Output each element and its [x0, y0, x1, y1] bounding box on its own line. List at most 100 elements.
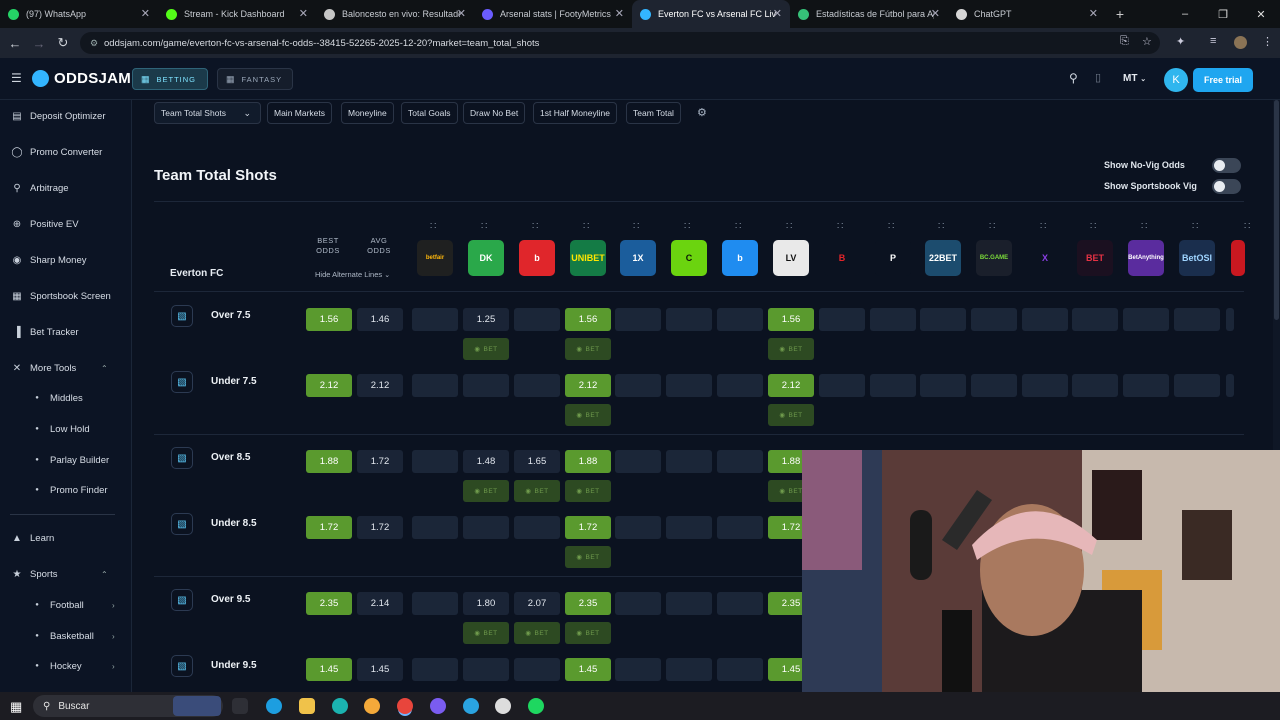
- sportsbook-odds-cell[interactable]: [1226, 374, 1234, 397]
- sportsbook-odds-cell[interactable]: [971, 308, 1017, 331]
- sidebar-item-sportsbook-screen[interactable]: ▦ Sportsbook Screen: [10, 287, 111, 305]
- bet-button[interactable]: ◉ BET: [514, 622, 560, 644]
- bookmark-star-icon[interactable]: ☆: [1142, 35, 1152, 48]
- best-odds-cell[interactable]: 1.56: [306, 308, 352, 331]
- best-odds-cell[interactable]: 1.72: [306, 516, 352, 539]
- column-drag-handle-icon[interactable]: ∷: [481, 221, 491, 232]
- bet-button[interactable]: ◉ BET: [514, 480, 560, 502]
- browser-tab[interactable]: Arsenal stats | FootyMetrics ✕: [474, 0, 632, 28]
- spotify-icon[interactable]: [528, 698, 544, 714]
- reading-list-icon[interactable]: ≡: [1210, 35, 1216, 47]
- row-expand-icon[interactable]: ▧: [171, 589, 193, 611]
- column-drag-handle-icon[interactable]: ∷: [1040, 221, 1050, 232]
- restore-icon[interactable]: ❐: [1204, 0, 1242, 28]
- sidebar-item-positive-ev[interactable]: ⊕ Positive EV: [10, 215, 79, 233]
- bet-button[interactable]: ◉ BET: [463, 622, 509, 644]
- browser-tab[interactable]: Stream - Kick Dashboard ✕: [158, 0, 316, 28]
- sportsbook-odds-cell[interactable]: [514, 658, 560, 681]
- column-drag-handle-icon[interactable]: ∷: [1244, 221, 1254, 232]
- no-vig-toggle[interactable]: [1212, 158, 1241, 173]
- row-expand-icon[interactable]: ▧: [171, 447, 193, 469]
- sportsbook-logo[interactable]: b: [722, 240, 758, 276]
- sportsbook-odds-cell[interactable]: [717, 658, 763, 681]
- sportsbook-logo[interactable]: P: [875, 240, 911, 276]
- sportsbook-odds-cell[interactable]: [666, 374, 712, 397]
- market-chip-1st-half-moneyline[interactable]: 1st Half Moneyline: [533, 102, 617, 124]
- search-icon[interactable]: ⚲: [1069, 71, 1078, 85]
- column-drag-handle-icon[interactable]: ∷: [532, 221, 542, 232]
- row-expand-icon[interactable]: ▧: [171, 371, 193, 393]
- sportsbook-odds-cell[interactable]: [717, 516, 763, 539]
- browser-tab[interactable]: Baloncesto en vivo: Resultado ✕: [316, 0, 474, 28]
- capture-icon[interactable]: [495, 698, 511, 714]
- sidebar-item-arbitrage[interactable]: ⚲ Arbitrage: [10, 179, 68, 197]
- sportsbook-odds-cell[interactable]: [615, 308, 661, 331]
- install-app-icon[interactable]: ⎘: [1120, 35, 1129, 48]
- sportsbook-odds-cell[interactable]: [1174, 308, 1220, 331]
- sportsbook-logo[interactable]: DK: [468, 240, 504, 276]
- sidebar-item-sports[interactable]: ★ Sports ⌃: [10, 565, 108, 583]
- sportsbook-logo[interactable]: BC.GAME: [976, 240, 1012, 276]
- sportsbook-odds-cell[interactable]: [870, 308, 916, 331]
- bet-button[interactable]: ◉ BET: [768, 404, 814, 426]
- sidebar-item-bet-tracker[interactable]: ▐ Bet Tracker: [10, 323, 78, 341]
- row-expand-icon[interactable]: ▧: [171, 305, 193, 327]
- sportsbook-odds-cell[interactable]: 1.48: [463, 450, 509, 473]
- free-trial-button[interactable]: Free trial: [1193, 68, 1253, 92]
- app-icon[interactable]: [364, 698, 380, 714]
- sportsbook-odds-cell[interactable]: 1.45: [565, 658, 611, 681]
- bet-button[interactable]: ◉ BET: [463, 338, 509, 360]
- sidebar-item-middles[interactable]: ● Middles: [30, 389, 83, 407]
- bet-button[interactable]: ◉ BET: [565, 404, 611, 426]
- sportsbook-odds-cell[interactable]: 1.65: [514, 450, 560, 473]
- browser-tab[interactable]: ChatGPT ✕: [948, 0, 1106, 28]
- market-chip-moneyline[interactable]: Moneyline: [341, 102, 394, 124]
- best-odds-cell[interactable]: 1.88: [306, 450, 352, 473]
- column-drag-handle-icon[interactable]: ∷: [684, 221, 694, 232]
- sidebar-item-promo-finder[interactable]: ● Promo Finder: [30, 481, 107, 499]
- column-drag-handle-icon[interactable]: ∷: [888, 221, 898, 232]
- user-avatar[interactable]: K: [1164, 68, 1188, 92]
- locale-selector[interactable]: MT ⌄: [1123, 73, 1146, 84]
- sportsbook-odds-cell[interactable]: [870, 374, 916, 397]
- settings-gear-icon[interactable]: ⚙: [697, 106, 707, 119]
- bet-button[interactable]: ◉ BET: [565, 622, 611, 644]
- market-select[interactable]: Team Total Shots ⌄: [154, 102, 261, 124]
- sportsbook-logo[interactable]: BetOSI: [1179, 240, 1215, 276]
- sidebar-item-basketball[interactable]: ● Basketball ›: [30, 627, 114, 645]
- sportsbook-odds-cell[interactable]: [514, 516, 560, 539]
- sportsbook-odds-cell[interactable]: [412, 592, 458, 615]
- close-tab-icon[interactable]: ✕: [931, 7, 940, 20]
- bet-button[interactable]: ◉ BET: [463, 480, 509, 502]
- telegram-icon[interactable]: [463, 698, 479, 714]
- device-icon[interactable]: ▯: [1095, 71, 1101, 84]
- column-drag-handle-icon[interactable]: ∷: [430, 221, 440, 232]
- sidebar-item-parlay-builder[interactable]: ● Parlay Builder: [30, 451, 109, 469]
- sportsbook-odds-cell[interactable]: [1174, 374, 1220, 397]
- sportsbook-odds-cell[interactable]: [717, 374, 763, 397]
- column-drag-handle-icon[interactable]: ∷: [837, 221, 847, 232]
- sportsbook-logo[interactable]: B: [824, 240, 860, 276]
- column-drag-handle-icon[interactable]: ∷: [583, 221, 593, 232]
- sportsbook-odds-cell[interactable]: [412, 308, 458, 331]
- sportsbook-logo[interactable]: 22BET: [925, 240, 961, 276]
- column-drag-handle-icon[interactable]: ∷: [786, 221, 796, 232]
- sportsbook-logo[interactable]: LV: [773, 240, 809, 276]
- sportsbook-odds-cell[interactable]: [1072, 308, 1118, 331]
- sportsbook-odds-cell[interactable]: [463, 516, 509, 539]
- best-odds-cell[interactable]: 2.12: [306, 374, 352, 397]
- column-drag-handle-icon[interactable]: ∷: [1090, 221, 1100, 232]
- edge-dev-icon[interactable]: [332, 698, 348, 714]
- close-tab-icon[interactable]: ✕: [615, 7, 624, 20]
- sportsbook-odds-cell[interactable]: [819, 374, 865, 397]
- best-odds-cell[interactable]: 1.45: [306, 658, 352, 681]
- sidebar-item-low-hold[interactable]: ● Low Hold: [30, 420, 89, 438]
- betting-mode-button[interactable]: ▦ BETTING: [132, 68, 208, 90]
- sportsbook-odds-cell[interactable]: [615, 516, 661, 539]
- row-expand-icon[interactable]: ▧: [171, 513, 193, 535]
- sportsbook-odds-cell[interactable]: 1.72: [565, 516, 611, 539]
- market-chip-main-markets[interactable]: Main Markets: [267, 102, 333, 124]
- browser-tab[interactable]: Everton FC vs Arsenal FC Live C✕: [632, 0, 790, 28]
- sidebar-item-deposit-optimizer[interactable]: ▤ Deposit Optimizer: [10, 107, 105, 125]
- sportsbook-odds-cell[interactable]: [920, 374, 966, 397]
